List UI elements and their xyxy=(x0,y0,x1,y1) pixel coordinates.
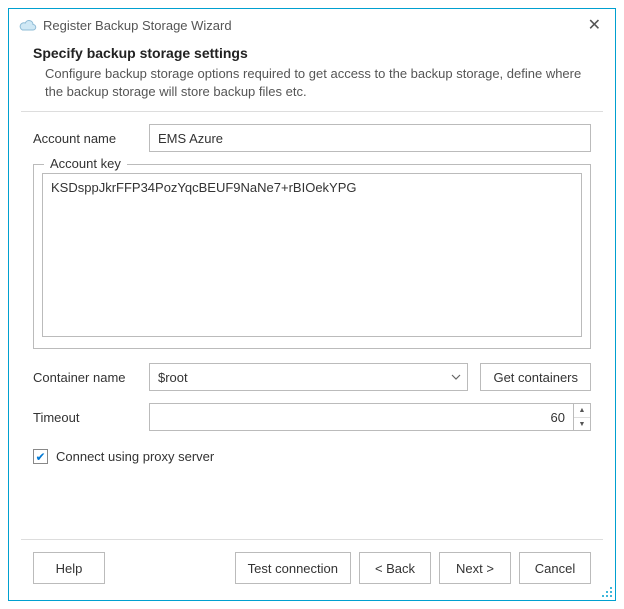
close-button[interactable]: ✕ xyxy=(584,15,605,35)
account-name-label: Account name xyxy=(33,131,137,146)
container-name-label: Container name xyxy=(33,370,137,385)
proxy-checkbox[interactable]: ✔ xyxy=(33,449,48,464)
next-button[interactable]: Next > xyxy=(439,552,511,584)
test-connection-button[interactable]: Test connection xyxy=(235,552,351,584)
container-name-combo[interactable] xyxy=(149,363,468,391)
page-heading: Specify backup storage settings xyxy=(33,45,591,61)
timeout-input[interactable] xyxy=(149,403,573,431)
account-name-row: Account name xyxy=(33,124,591,152)
spinner-down-button[interactable]: ▼ xyxy=(574,418,590,431)
cloud-icon xyxy=(19,18,37,32)
spinner-up-button[interactable]: ▲ xyxy=(574,404,590,418)
timeout-label: Timeout xyxy=(33,410,137,425)
help-button[interactable]: Help xyxy=(33,552,105,584)
titlebar: Register Backup Storage Wizard ✕ xyxy=(9,9,615,41)
back-button[interactable]: < Back xyxy=(359,552,431,584)
account-name-input[interactable] xyxy=(149,124,591,152)
page-description: Configure backup storage options require… xyxy=(33,65,591,101)
container-name-input[interactable] xyxy=(149,363,468,391)
window-title: Register Backup Storage Wizard xyxy=(43,18,578,33)
resize-grip-icon[interactable] xyxy=(601,586,613,598)
container-row: Container name Get containers xyxy=(33,363,591,391)
chevron-down-icon[interactable] xyxy=(445,364,467,390)
account-key-textarea[interactable] xyxy=(42,173,582,337)
cancel-button[interactable]: Cancel xyxy=(519,552,591,584)
get-containers-button[interactable]: Get containers xyxy=(480,363,591,391)
spinner-buttons: ▲ ▼ xyxy=(573,403,591,431)
content: Account name Account key Container name … xyxy=(9,124,615,535)
timeout-spinner[interactable]: ▲ ▼ xyxy=(149,403,591,431)
proxy-label: Connect using proxy server xyxy=(56,449,214,464)
proxy-row: ✔ Connect using proxy server xyxy=(33,449,591,464)
account-key-label: Account key xyxy=(44,156,127,171)
header-separator xyxy=(21,111,603,112)
footer: Help Test connection < Back Next > Cance… xyxy=(9,540,615,600)
account-key-fieldset: Account key xyxy=(33,164,591,349)
header: Specify backup storage settings Configur… xyxy=(9,41,615,111)
timeout-row: Timeout ▲ ▼ xyxy=(33,403,591,431)
wizard-window: Register Backup Storage Wizard ✕ Specify… xyxy=(8,8,616,601)
